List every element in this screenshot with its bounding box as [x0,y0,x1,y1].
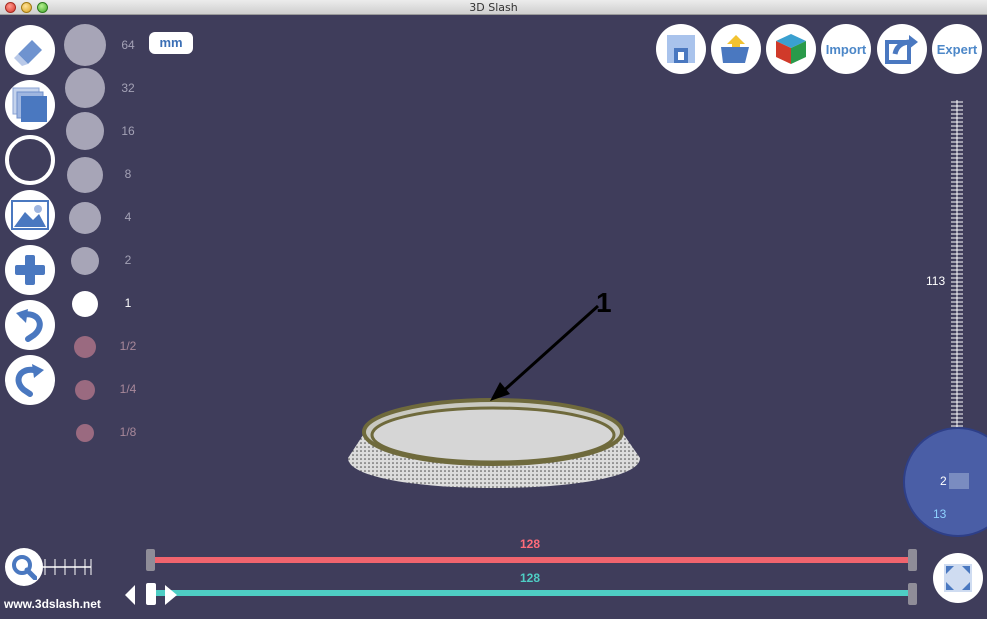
layers-tool-button[interactable] [5,80,55,130]
size-label: 1 [124,296,132,310]
knob-value-secondary: 13 [933,507,947,521]
undo-button[interactable] [5,300,55,350]
top-slider-value: 128 [519,537,541,551]
edit-tool-button[interactable] [5,25,55,75]
stacked-squares-icon [12,87,47,122]
size-half-button[interactable] [74,336,96,358]
top-slider-track[interactable] [153,557,913,563]
save-button[interactable] [656,24,706,74]
magnifier-icon [12,555,37,580]
plus-icon [15,255,45,285]
fullscreen-icon [944,564,972,592]
size-label: 1/8 [119,425,137,439]
redo-button[interactable] [5,355,55,405]
annotation-arrow [498,304,600,396]
knob-handle[interactable] [949,473,969,489]
save-icon [667,35,695,63]
open-folder-icon [721,35,749,63]
size-label: 2 [124,253,132,267]
size-8-button[interactable] [67,157,103,193]
ruler-label: 113 [926,274,946,288]
size-label: 16 [121,124,135,138]
annotation-label: 1 [596,287,612,318]
add-tool-button[interactable] [5,245,55,295]
open-button[interactable] [711,24,761,74]
size-2-button[interactable] [71,247,99,275]
website-link[interactable]: www.3dslash.net [4,597,101,611]
bottom-slider-left-handle[interactable] [125,583,177,607]
colored-cube-icon [776,34,806,64]
size-64-button[interactable] [64,24,106,66]
size-quarter-button[interactable] [75,380,95,400]
size-label: 8 [124,167,132,181]
size-label: 32 [121,81,135,95]
top-slider-right-handle[interactable] [908,549,917,571]
cube-view-button[interactable] [766,24,816,74]
size-label: 1/4 [119,382,137,396]
zoom-button[interactable] [5,548,43,586]
size-eighth-button[interactable] [76,424,94,442]
image-icon [11,200,49,230]
size-4-button[interactable] [69,202,101,234]
expert-button[interactable]: Expert [932,24,982,74]
unit-toggle-button[interactable]: mm [149,32,193,54]
window-title: 3D Slash [469,1,518,14]
shape-tool-button[interactable] [5,135,55,185]
size-label: 4 [124,210,132,224]
import-button[interactable]: Import [821,24,871,74]
knob-value: 2 [940,474,947,488]
bottom-slider-value: 128 [519,571,541,585]
pencil-eraser-icon [14,40,42,66]
model-viewport[interactable] [300,270,700,530]
zoom-scale[interactable] [43,557,93,577]
size-1-button[interactable] [72,291,98,317]
undo-arrow-icon [16,309,43,342]
size-32-button[interactable] [65,68,105,108]
arrow-right-icon [165,585,177,605]
arrow-left-icon [125,585,135,605]
top-slider-left-handle[interactable] [146,549,155,571]
size-label: 1/2 [119,339,137,353]
ring-inner-rim [370,406,616,464]
title-bar: 3D Slash [0,0,987,15]
bottom-slider-track[interactable] [153,590,913,596]
size-16-button[interactable] [66,112,104,150]
fullscreen-button[interactable] [933,553,983,603]
image-tool-button[interactable] [5,190,55,240]
share-button[interactable] [877,24,927,74]
share-icon [885,35,918,64]
bottom-slider-right-handle[interactable] [908,583,917,605]
size-label: 64 [121,38,135,52]
redo-arrow-icon [15,364,44,397]
